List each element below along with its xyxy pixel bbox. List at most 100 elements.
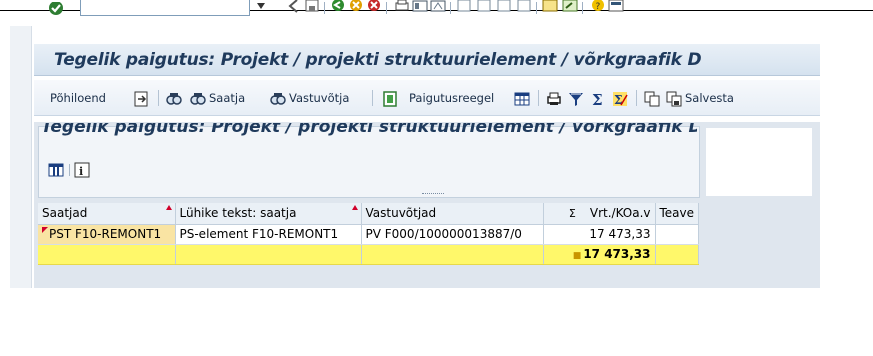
info-icon[interactable]: i — [74, 162, 90, 178]
cancel-icon[interactable] — [366, 0, 382, 16]
total-cell-empty — [655, 244, 700, 265]
svg-text:i: i — [79, 165, 83, 178]
subscreen-title: Tegelik paigutus: Projekt / projekti str… — [41, 123, 697, 137]
print-icon[interactable] — [394, 0, 410, 16]
toolbar-separator — [158, 90, 159, 106]
page-title: Tegelik paigutus: Projekt / projekti str… — [54, 50, 702, 70]
print-preview-button[interactable] — [546, 89, 565, 107]
sum-icon: Σ — [592, 91, 603, 107]
binoculars-icon — [166, 92, 182, 105]
splitter-handle[interactable] — [422, 193, 444, 196]
command-field[interactable] — [80, 0, 250, 16]
exit-icon[interactable] — [348, 0, 364, 16]
subtotal-button[interactable]: Σ — [612, 89, 631, 107]
subtotal-icon: Σ — [613, 91, 628, 107]
subscreen-blank-area — [706, 128, 812, 196]
sum-button[interactable]: Σ — [590, 89, 609, 107]
allocation-rule-label: Paigutusreegel — [409, 91, 495, 105]
filter-icon — [569, 92, 583, 106]
command-history-dropdown-icon[interactable] — [256, 2, 266, 12]
column-header-sender-short-text[interactable]: Lühike tekst: saatja — [175, 203, 362, 225]
column-header-info[interactable]: Teave — [655, 203, 700, 225]
receiver-button-label: Vastuvõtja — [289, 91, 350, 105]
layout-grid-button[interactable] — [514, 89, 533, 107]
allocation-table: Saatjad Lühike tekst: saatja Vastuvõtjad… — [38, 203, 700, 265]
receiver-button[interactable]: Vastuvõtja — [270, 89, 349, 107]
toolbar-separator — [386, 2, 387, 14]
export-button[interactable] — [134, 89, 153, 107]
standard-toolbar: ? — [0, 0, 873, 26]
print-icon — [547, 92, 561, 105]
total-value: 17 473,33 — [583, 247, 651, 261]
column-header-label: Lühike tekst: saatja — [179, 206, 297, 221]
left-margin-strip — [10, 26, 32, 288]
total-cell-empty — [361, 244, 544, 265]
previous-page-icon[interactable] — [476, 0, 492, 16]
last-page-icon[interactable] — [516, 0, 532, 16]
allocation-rule-button[interactable]: Paigutusreegel — [382, 89, 494, 107]
back-arrow-icon[interactable] — [286, 0, 302, 16]
sort-marker-icon — [165, 205, 172, 210]
total-value-cell[interactable]: ■ 17 473,33 — [543, 244, 656, 265]
find-button[interactable] — [166, 89, 185, 107]
new-session-icon[interactable] — [542, 0, 558, 16]
total-row[interactable]: ■ 17 473,33 — [38, 244, 700, 265]
total-cell-empty — [38, 244, 176, 265]
save-icon[interactable] — [304, 0, 320, 16]
choose-layout-button[interactable] — [644, 89, 663, 107]
customize-layout-icon[interactable] — [608, 0, 624, 16]
grid-icon — [514, 92, 530, 105]
toolbar-separator — [536, 2, 537, 14]
cell-sender[interactable]: PST F10-REMONT1 — [38, 224, 176, 245]
next-page-icon[interactable] — [496, 0, 512, 16]
total-cell-empty — [175, 244, 362, 265]
sap-window: ? Tegelik paigutus: Projekt / projekti s… — [0, 0, 873, 356]
save-layout-label: Salvesta — [685, 91, 734, 105]
column-header-label: Vrt./KOa.v — [589, 206, 651, 221]
binoculars-icon — [190, 92, 206, 105]
binoculars-icon — [270, 92, 286, 105]
save-layout-icon — [666, 91, 682, 106]
first-page-icon[interactable] — [456, 0, 472, 16]
application-toolbar: Põhiloend Saatja Vastuvõtja Paigutusreeg… — [34, 80, 820, 116]
back-green-icon[interactable] — [330, 0, 346, 16]
basic-list-label: Põhiloend — [50, 91, 106, 105]
sender-button-label: Saatja — [209, 91, 246, 105]
svg-text:?: ? — [596, 2, 601, 12]
alv-grid: Saatjad Lühike tekst: saatja Vastuvõtjad… — [38, 203, 700, 265]
basic-list-button[interactable]: Põhiloend — [50, 89, 106, 107]
cell-receiver[interactable]: PV F000/100000013887/0 — [361, 224, 544, 245]
cell-info[interactable] — [655, 224, 700, 245]
table-row[interactable]: PST F10-REMONT1 PS-element F10-REMONT1 P… — [38, 224, 700, 245]
find-next-icon[interactable] — [430, 0, 446, 16]
sender-button[interactable]: Saatja — [190, 89, 245, 107]
toolbar-separator — [450, 2, 451, 14]
find-icon[interactable] — [412, 0, 428, 16]
column-header-senders[interactable]: Saatjad — [38, 203, 176, 225]
column-header-receivers[interactable]: Vastuvõtjad — [361, 203, 544, 225]
total-marker-icon: ■ — [572, 251, 582, 261]
toolbar-separator — [538, 90, 539, 106]
column-header-label: Teave — [659, 206, 695, 221]
column-layout-icon[interactable] — [48, 162, 64, 178]
cell-value[interactable]: 17 473,33 — [543, 224, 656, 245]
copy-icon — [644, 91, 660, 106]
export-icon — [134, 91, 148, 106]
save-layout-button[interactable]: Salvesta — [666, 89, 734, 107]
cell-text: PST F10-REMONT1 — [49, 227, 162, 241]
column-header-label: Vastuvõtjad — [365, 206, 437, 221]
sum-icon: Σ — [568, 207, 576, 221]
help-icon[interactable]: ? — [590, 0, 606, 16]
toolbar-separator — [582, 2, 583, 14]
column-header-value[interactable]: Σ Vrt./KOa.v — [543, 203, 656, 225]
column-header-label: Saatjad — [42, 206, 88, 221]
filter-button[interactable] — [568, 89, 587, 107]
enter-check-icon[interactable] — [48, 2, 64, 18]
cell-short-text[interactable]: PS-element F10-REMONT1 — [175, 224, 362, 245]
title-bar: Tegelik paigutus: Projekt / projekti str… — [34, 44, 820, 76]
table-header-row: Saatjad Lühike tekst: saatja Vastuvõtjad… — [38, 203, 700, 225]
grid-background — [34, 268, 820, 288]
rule-icon — [383, 90, 397, 107]
error-marker-icon — [42, 227, 48, 233]
shortcut-icon[interactable] — [562, 0, 578, 16]
